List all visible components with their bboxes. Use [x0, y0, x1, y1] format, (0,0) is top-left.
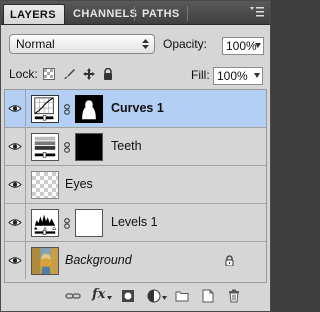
link-layers-icon[interactable]	[65, 289, 81, 303]
lock-all-icon[interactable]	[102, 68, 114, 80]
layers-list: Curves 1 Teeth Eyes Levels 1 Background	[4, 89, 267, 283]
layer-row-curves[interactable]: Curves 1	[5, 90, 266, 128]
mask-link-icon[interactable]	[64, 218, 70, 229]
lock-transparent-pixels-icon[interactable]	[43, 68, 55, 80]
visibility-toggle[interactable]	[5, 166, 26, 203]
lock-position-icon[interactable]	[83, 68, 95, 80]
new-adjustment-icon[interactable]	[147, 289, 161, 303]
layer-name[interactable]: Eyes	[65, 177, 93, 191]
layers-bottom-toolbar: fx	[1, 284, 270, 311]
fill-label: Fill:	[191, 68, 210, 82]
lock-label: Lock:	[9, 67, 38, 81]
layer-mask-thumbnail[interactable]	[75, 133, 103, 161]
layers-panel: LAYERS CHANNELS PATHS Normal Opacity: 10…	[0, 0, 271, 312]
eye-icon	[8, 143, 22, 150]
add-mask-icon[interactable]	[121, 289, 135, 303]
transparent-layer-thumbnail[interactable]	[31, 171, 59, 199]
layer-mask-thumbnail[interactable]	[75, 95, 103, 123]
tab-separator	[134, 6, 135, 21]
panel-menu-icon[interactable]	[250, 6, 264, 19]
blend-mode-value: Normal	[16, 37, 55, 51]
photo-thumbnail[interactable]	[31, 247, 59, 275]
eye-icon	[8, 219, 22, 226]
opacity-label: Opacity:	[163, 37, 208, 51]
tab-separator	[187, 6, 188, 21]
layer-row-teeth[interactable]: Teeth	[5, 128, 266, 166]
fx-dropdown-arrow-icon	[107, 296, 112, 300]
visibility-toggle[interactable]	[5, 90, 26, 127]
eye-icon	[8, 105, 22, 112]
layer-mask-thumbnail[interactable]	[75, 209, 103, 237]
visibility-toggle[interactable]	[5, 128, 26, 165]
new-layer-icon[interactable]	[201, 289, 215, 303]
layer-row-levels[interactable]: Levels 1	[5, 204, 266, 242]
new-group-icon[interactable]	[175, 289, 189, 303]
opacity-value: 100%	[226, 39, 257, 53]
layer-row-background[interactable]: Background	[5, 242, 266, 280]
fill-dropdown-arrow-icon[interactable]	[254, 73, 260, 78]
select-updown-icon	[142, 39, 149, 49]
opacity-field[interactable]: 100%	[222, 37, 264, 55]
tab-layers[interactable]: LAYERS	[3, 4, 65, 24]
panel-tab-strip: LAYERS CHANNELS PATHS	[1, 1, 270, 25]
visibility-toggle[interactable]	[5, 242, 26, 279]
layer-name[interactable]: Background	[65, 253, 132, 267]
tab-paths[interactable]: PATHS	[136, 4, 186, 24]
visibility-toggle[interactable]	[5, 204, 26, 241]
layer-name[interactable]: Curves 1	[111, 101, 164, 115]
opacity-dropdown-arrow-icon[interactable]	[255, 43, 261, 48]
fx-icon[interactable]: fx	[92, 287, 105, 302]
blend-mode-select[interactable]: Normal	[9, 34, 155, 54]
fill-value: 100%	[217, 69, 248, 83]
levels-adjustment-icon	[31, 209, 59, 237]
delete-layer-icon[interactable]	[227, 289, 241, 303]
adjustment-dropdown-arrow-icon	[162, 296, 167, 300]
layer-lock-icon	[225, 255, 234, 266]
fill-field[interactable]: 100%	[213, 67, 263, 85]
layer-row-eyes[interactable]: Eyes	[5, 166, 266, 204]
eye-icon	[8, 181, 22, 188]
tab-channels[interactable]: CHANNELS	[67, 4, 143, 24]
curves-adjustment-icon	[31, 95, 59, 123]
mask-link-icon[interactable]	[64, 142, 70, 153]
lock-image-pixels-icon[interactable]	[63, 68, 75, 80]
eye-icon	[8, 257, 22, 264]
mask-link-icon[interactable]	[64, 104, 70, 115]
layer-name[interactable]: Teeth	[111, 139, 142, 153]
layer-name[interactable]: Levels 1	[111, 215, 158, 229]
brightness-adjustment-icon	[31, 133, 59, 161]
